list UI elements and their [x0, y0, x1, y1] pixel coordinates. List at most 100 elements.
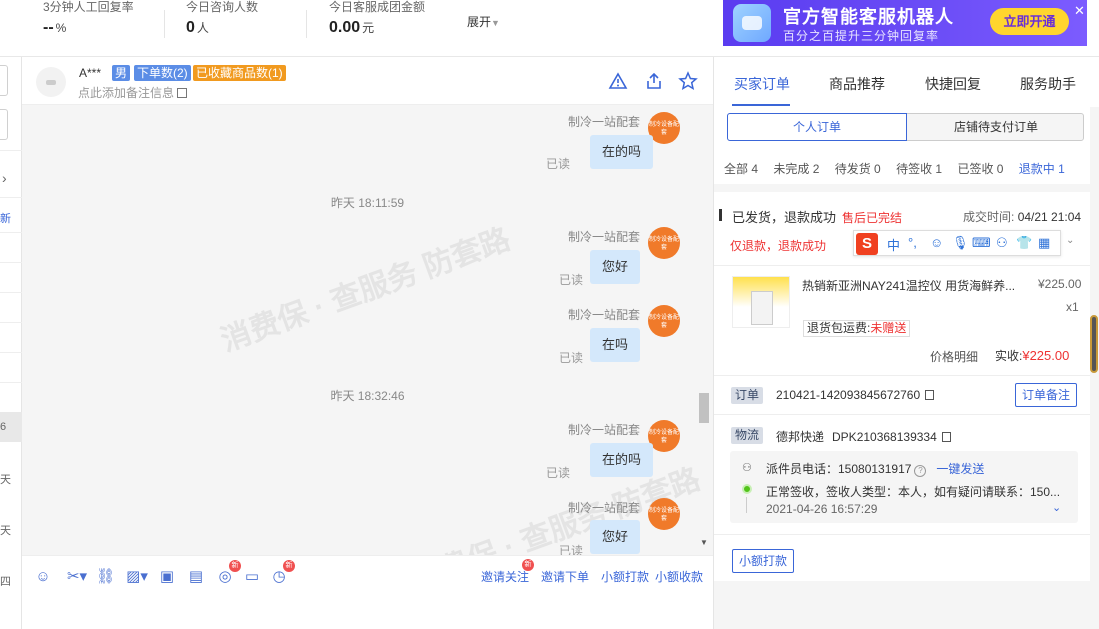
clock-icon[interactable]: ◷ 新 — [270, 560, 295, 586]
tracking-card: ⚇ 派件员电话：15080131917? 一键发送 正常签收，签收人类型：本人，如… — [730, 451, 1078, 523]
warning-icon[interactable] — [608, 71, 628, 91]
scrollbar-thumb[interactable] — [699, 393, 709, 423]
tab-service-assistant[interactable]: 服务助手 — [1020, 74, 1076, 94]
panel-scrollbar[interactable] — [1090, 315, 1098, 373]
ime-skin-icon[interactable]: 👕 — [1016, 235, 1032, 251]
return-shipping-label: 退货包运费: — [807, 321, 871, 335]
divider — [714, 534, 1090, 535]
filter-refunding[interactable]: 退款中 1 — [1019, 162, 1065, 176]
expand-toggle[interactable]: 展开▼ — [467, 13, 500, 30]
activate-button[interactable]: 立即开通 — [990, 8, 1069, 35]
tracking-text: 正常签收，签收人类型：本人，如有疑问请联系：150... — [766, 485, 1061, 499]
caret-down-icon: ▼ — [491, 18, 500, 28]
message-input-area[interactable]: ☺ ✂▾ ⛓ ▨▾ ▣ ▤ ◎ 新 ▭ ◷ 新 邀请关注 新 邀请下单 小额打款 小… — [22, 555, 713, 629]
product-quantity: x1 — [1066, 300, 1079, 314]
filter-received[interactable]: 已签收 0 — [957, 162, 1003, 176]
stat-label: 今日咨询人数 — [186, 0, 259, 14]
stat-value: -- — [43, 19, 54, 36]
price-detail-link[interactable]: 价格明细 — [930, 348, 978, 365]
order-note-button[interactable]: 订单备注 — [1015, 383, 1078, 407]
banner-title: 官方智能客服机器人 — [783, 7, 954, 27]
courier-phone: 派件员电话：15080131917 — [766, 462, 912, 476]
divider — [0, 197, 22, 198]
screenshot-icon[interactable]: ✂▾ — [64, 568, 90, 586]
invite-order-link[interactable]: 邀请下单 — [541, 568, 589, 585]
filter-incomplete[interactable]: 未完成 2 — [773, 162, 819, 176]
star-icon[interactable] — [678, 71, 698, 91]
small-payment-button[interactable]: 小额打款 — [732, 549, 795, 573]
link-icon[interactable]: ⛓ — [96, 568, 115, 586]
segment-personal-orders[interactable]: 个人订单 — [727, 113, 907, 141]
refund-status: 仅退款，退款成功 — [730, 239, 827, 253]
ime-toolbar[interactable]: S 中 °, ☺ 🎙 ⌨ ⚇ 👕 ▦ — [853, 230, 1061, 256]
divider — [0, 150, 22, 151]
folder-icon[interactable]: ▭ — [243, 568, 261, 586]
ime-emoji-icon[interactable]: ☺ — [930, 235, 943, 250]
copy-icon[interactable] — [925, 390, 935, 400]
filter-to-ship[interactable]: 待发货 0 — [835, 162, 881, 176]
order-count-tag[interactable]: 下单数(2) — [134, 65, 191, 81]
list-control[interactable] — [0, 65, 8, 96]
tab-buyer-orders[interactable]: 买家订单 — [734, 74, 790, 94]
quick-send-link[interactable]: 一键发送 — [936, 462, 984, 476]
coupon-icon[interactable]: ▤ — [187, 568, 205, 586]
emoji-icon[interactable]: ☺ — [34, 568, 52, 586]
refund-icon[interactable]: ◎ 新 — [216, 560, 241, 586]
message-bubble[interactable]: 在吗 — [590, 328, 641, 362]
segment-pending-payment[interactable]: 店铺待支付订单 — [907, 114, 1085, 140]
message-bubble[interactable]: 您好 — [590, 250, 641, 284]
paid-value: ¥225.00 — [1022, 348, 1070, 363]
expand-chevron-icon[interactable]: ⌄ — [1052, 501, 1061, 514]
stat-unit: 元 — [362, 21, 375, 35]
tab-quick-reply[interactable]: 快捷回复 — [925, 74, 981, 94]
ime-grid-icon[interactable]: ▦ — [1038, 235, 1050, 251]
small-payment-link[interactable]: 小额打款 — [601, 568, 649, 585]
image-icon[interactable]: ▨▾ — [124, 568, 150, 586]
message-bubble[interactable]: 在的吗 — [590, 135, 654, 169]
sender-name: 制冷一站配套 — [568, 230, 641, 244]
read-status: 已读 — [559, 351, 584, 365]
favorites-tag[interactable]: 已收藏商品数(1) — [193, 65, 286, 81]
courier-row: 派件员电话：15080131917? 一键发送 — [766, 460, 984, 477]
promo-banner[interactable]: 官方智能客服机器人 百分之百提升三分钟回复率 立即开通 ✕ — [723, 0, 1087, 46]
scroll-down-icon[interactable]: ▼ — [700, 538, 708, 547]
ime-keyboard-icon[interactable]: ⌨ — [972, 235, 991, 251]
list-fragment: 新 — [0, 213, 11, 225]
copy-icon[interactable] — [941, 432, 951, 442]
return-shipping-value: 未赠送 — [870, 321, 907, 335]
order-status-text: 已发货，退款成功 — [732, 210, 837, 225]
message-list[interactable]: 消费保 · 查服务 防套路 消费保 · 查服务 防套路 制冷一站配套 制冷设备配… — [22, 105, 713, 555]
divider — [0, 292, 22, 293]
divider — [0, 262, 22, 263]
note-placeholder: 点此添加备注信息 — [78, 86, 175, 100]
filter-all[interactable]: 全部 4 — [724, 162, 758, 176]
tab-product-recommend[interactable]: 商品推荐 — [829, 74, 885, 94]
stat-group-amount: 今日客服成团金额 0.00 元 — [329, 0, 425, 37]
list-control[interactable] — [0, 109, 8, 140]
logistics-chip: 物流 — [731, 427, 764, 444]
filter-to-receive[interactable]: 待签收 1 — [896, 162, 942, 176]
divider — [306, 10, 307, 38]
ime-mic-icon[interactable]: 🎙 — [952, 235, 969, 251]
message-bubble[interactable]: 您好 — [590, 520, 641, 554]
product-title[interactable]: 热销新亚洲NAY241温控仪 用货海鲜养... — [802, 277, 1015, 294]
chevron-down-icon[interactable]: ⌄ — [1066, 235, 1074, 246]
close-icon[interactable]: ✕ — [1074, 3, 1085, 19]
active-tab-indicator — [732, 104, 790, 106]
help-icon[interactable]: ? — [914, 465, 927, 477]
ime-punct-icon[interactable]: °, — [908, 235, 917, 250]
share-icon[interactable] — [644, 71, 664, 91]
add-note[interactable]: 点此添加备注信息 — [78, 84, 188, 101]
video-icon[interactable]: ▣ — [158, 568, 176, 586]
chevron-right-icon[interactable]: › — [2, 170, 7, 186]
ime-chinese-icon[interactable]: 中 — [887, 235, 900, 254]
read-status: 已读 — [559, 273, 584, 287]
timeline-line — [746, 497, 747, 513]
stat-label: 3分钟人工回复率 — [43, 0, 134, 14]
small-collect-link[interactable]: 小额收款 — [655, 568, 703, 585]
ime-user-icon[interactable]: ⚇ — [996, 235, 1008, 251]
tracking-number: DPK210368139334 — [832, 430, 937, 444]
product-image[interactable] — [732, 276, 790, 328]
message-bubble[interactable]: 在的吗 — [590, 443, 654, 477]
divider — [164, 10, 165, 38]
